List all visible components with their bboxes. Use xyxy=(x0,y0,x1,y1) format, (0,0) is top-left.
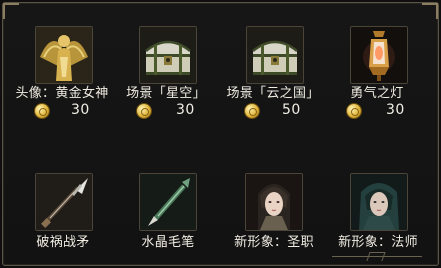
frame-bottom-ornament xyxy=(332,256,422,267)
crystal-brush-icon[interactable] xyxy=(139,173,197,231)
gold-coin-icon xyxy=(347,104,361,118)
treasure-chest-icon[interactable] xyxy=(246,26,304,84)
mage-portrait-icon[interactable] xyxy=(350,173,408,231)
item-label: 新形象：圣职 xyxy=(234,235,314,250)
gold-coin-icon xyxy=(137,104,151,118)
frame-corner-ornament xyxy=(3,3,19,19)
spear-icon[interactable] xyxy=(35,173,93,231)
item-label: 勇气之灯 xyxy=(350,86,404,101)
item-price: 30 xyxy=(71,102,90,118)
treasure-chest-icon[interactable] xyxy=(139,26,197,84)
item-label: 头像：黄金女神 xyxy=(15,86,109,101)
priestess-portrait-icon[interactable] xyxy=(245,173,303,231)
item-price: 30 xyxy=(176,102,195,118)
frame-corner-ornament xyxy=(422,3,438,19)
gold-coin-icon xyxy=(35,104,49,118)
item-label: 水晶毛笔 xyxy=(141,235,195,250)
item-price: 50 xyxy=(282,102,301,118)
item-label: 场景「云之国」 xyxy=(226,86,320,101)
item-label: 破祸战矛 xyxy=(36,235,90,250)
gold-coin-icon xyxy=(245,104,259,118)
item-label: 新形象：法师 xyxy=(338,235,418,250)
golden-goddess-icon[interactable] xyxy=(35,26,93,84)
item-price: 30 xyxy=(386,102,405,118)
item-label: 场景「星空」 xyxy=(126,86,206,101)
lantern-icon[interactable] xyxy=(350,26,408,84)
